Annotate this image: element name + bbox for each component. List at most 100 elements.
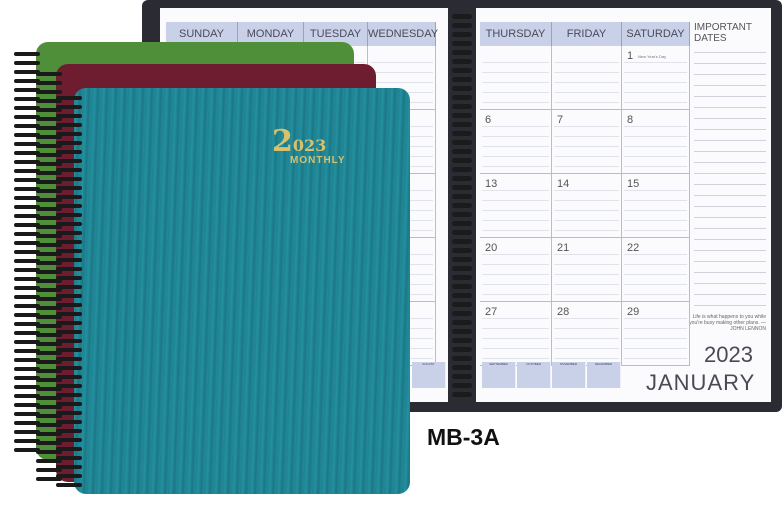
spiral-coil <box>56 285 82 289</box>
spiral-coil <box>452 374 472 379</box>
important-dates-line <box>694 305 766 306</box>
spiral-coil <box>56 105 82 109</box>
calendar-date-number: 15 <box>627 178 640 190</box>
important-dates-line <box>694 173 766 174</box>
important-dates-line <box>694 96 766 97</box>
spiral-coil <box>452 365 472 370</box>
day-header-thursday: THURSDAY <box>480 22 552 46</box>
spiral-coil <box>56 375 82 379</box>
planner-spiral-binding <box>448 10 476 402</box>
spiral-coil <box>56 366 82 370</box>
spiral-coil <box>452 68 472 73</box>
spiral-coil <box>452 149 472 154</box>
important-dates-line <box>694 261 766 262</box>
spiral-coil <box>452 302 472 307</box>
calendar-date-number: 20 <box>485 242 498 254</box>
spiral-coil <box>452 95 472 100</box>
important-dates-line <box>694 63 766 64</box>
calendar-day-cell: 15 <box>622 174 690 238</box>
spiral-coil <box>56 465 82 469</box>
planner-month: JANUARY <box>646 370 756 395</box>
spiral-coil <box>56 474 82 478</box>
cover-year-rest: 023 <box>292 136 327 155</box>
spiral-coil <box>14 52 40 56</box>
spiral-coil <box>56 393 82 397</box>
spiral-coil <box>56 186 82 190</box>
spiral-coil <box>452 356 472 361</box>
important-dates-line <box>694 118 766 119</box>
calendar-day-cell: 29 <box>622 302 690 366</box>
spiral-coil <box>452 158 472 163</box>
spiral-coil <box>452 275 472 280</box>
important-dates-line <box>694 206 766 207</box>
calendar-day-cell <box>480 46 552 110</box>
spiral-coil <box>452 41 472 46</box>
planner-year: 2023 <box>704 342 753 367</box>
holiday-note: New Year's Day <box>638 54 667 59</box>
spiral-coil <box>56 357 82 361</box>
day-header-wednesday: WEDNESDAY <box>368 22 438 46</box>
spiral-coil <box>56 276 82 280</box>
mini-calendar: DECEMBER <box>587 362 621 388</box>
spiral-coil <box>452 176 472 181</box>
calendar-day-cell: 7 <box>552 110 622 174</box>
important-dates-line <box>694 250 766 251</box>
calendar-date-number: 27 <box>485 306 498 318</box>
day-header-friday: FRIDAY <box>552 22 622 46</box>
mini-calendar: NOVEMBER <box>552 362 586 388</box>
spiral-coil <box>452 320 472 325</box>
spiral-coil <box>56 303 82 307</box>
spiral-coil <box>56 132 82 136</box>
spiral-coil <box>56 213 82 217</box>
important-dates-line <box>694 239 766 240</box>
spiral-coil <box>452 338 472 343</box>
spiral-coil <box>56 195 82 199</box>
day-header-saturday: SATURDAY <box>622 22 690 46</box>
spiral-coil <box>452 329 472 334</box>
important-dates-line <box>694 272 766 273</box>
spiral-coil <box>36 72 62 76</box>
spiral-coil <box>452 185 472 190</box>
calendar-day-cell <box>552 46 622 110</box>
spiral-coil <box>56 330 82 334</box>
calendar-date-number: 28 <box>557 306 570 318</box>
calendar-date-number: 7 <box>557 114 564 126</box>
spiral-coil <box>56 456 82 460</box>
important-dates-title: IMPORTANT DATES <box>694 22 752 44</box>
spiral-coil <box>56 384 82 388</box>
cover-subtitle: MONTHLY <box>290 155 346 166</box>
spiral-coil <box>56 96 82 100</box>
calendar-day-cell: 14 <box>552 174 622 238</box>
mini-calendar: OCTOBER <box>517 362 551 388</box>
spiral-coil <box>56 168 82 172</box>
calendar-date-number: 29 <box>627 306 640 318</box>
spiral-coil <box>452 347 472 352</box>
calendar-day-cell: 22 <box>622 238 690 302</box>
spiral-coil <box>452 59 472 64</box>
spiral-coil <box>452 167 472 172</box>
calendar-date-number: 14 <box>557 178 570 190</box>
spiral-coil <box>56 447 82 451</box>
spiral-coil <box>56 339 82 343</box>
planner-right-page: IMPORTANT DATES Life is what happens to … <box>476 8 771 402</box>
important-dates-line <box>694 184 766 185</box>
spiral-coil <box>452 203 472 208</box>
spiral-coil <box>452 77 472 82</box>
spiral-coil <box>452 248 472 253</box>
spiral-coil <box>452 284 472 289</box>
important-dates-line <box>694 140 766 141</box>
important-dates-line <box>694 52 766 53</box>
spiral-coil <box>36 90 62 94</box>
spiral-coil <box>452 50 472 55</box>
spiral-coil <box>56 240 82 244</box>
spiral-coil <box>452 122 472 127</box>
calendar-day-cell: 8 <box>622 110 690 174</box>
important-dates-line <box>694 129 766 130</box>
spiral-coil <box>56 114 82 118</box>
mini-calendar: AUGUST <box>412 362 446 388</box>
closed-planners-spiral <box>14 46 94 496</box>
important-dates-line <box>694 195 766 196</box>
spiral-coil <box>56 483 82 487</box>
spiral-coil <box>452 23 472 28</box>
calendar-date-number: 6 <box>485 114 492 126</box>
